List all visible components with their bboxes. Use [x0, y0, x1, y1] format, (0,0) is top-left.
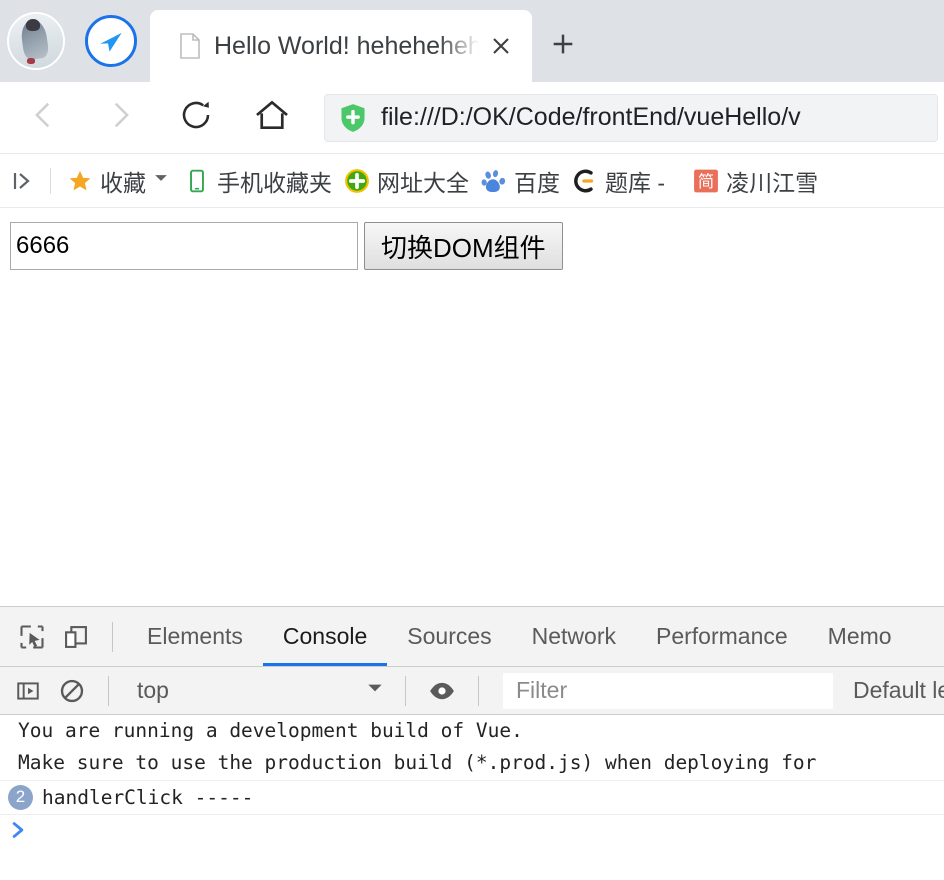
close-icon[interactable]: [482, 27, 520, 65]
bookmark-label: 题库 -: [605, 164, 665, 198]
svg-text:简: 简: [698, 172, 714, 191]
tab-network[interactable]: Network: [512, 607, 636, 666]
browser-tab[interactable]: Hello World! heheheheh: [150, 10, 532, 82]
bookmark-item-favorites[interactable]: 收藏: [61, 162, 178, 200]
bookmark-item-hao123[interactable]: 网址大全: [338, 162, 475, 200]
console-log-row[interactable]: 2 handlerClick -----: [0, 780, 944, 815]
tab-console[interactable]: Console: [263, 607, 387, 666]
phone-icon: [184, 168, 210, 194]
profile-avatar-button[interactable]: [0, 0, 72, 82]
address-bar[interactable]: file:///D:/OK/Code/frontEnd/vueHello/v: [324, 94, 938, 142]
devtools-panel: Elements Console Sources Network Perform…: [0, 606, 944, 858]
tab-memory[interactable]: Memo: [808, 607, 912, 666]
bookmark-label: 凌川江雪: [726, 164, 818, 198]
avatar: [7, 12, 65, 70]
paper-plane-icon: [85, 15, 137, 67]
avatar-hair: [26, 19, 40, 31]
hao123-icon: [344, 168, 370, 194]
bookmark-label: 百度: [514, 164, 560, 198]
console-sidebar-icon[interactable]: [6, 669, 50, 713]
device-toolbar-icon[interactable]: [54, 615, 98, 659]
reload-button[interactable]: [158, 88, 234, 148]
console-output[interactable]: You are running a development build of V…: [0, 715, 944, 858]
bookmark-label: 手机收藏夹: [217, 164, 332, 198]
execution-context-label: top: [137, 677, 367, 704]
devtools-tab-bar: Elements Console Sources Network Perform…: [0, 607, 944, 667]
devtools-divider: [112, 622, 113, 652]
jianshu-icon: 简: [693, 168, 719, 194]
forward-button[interactable]: [82, 88, 158, 148]
chevron-down-icon[interactable]: [154, 171, 168, 190]
switch-dom-component-button[interactable]: 切换DOM组件: [364, 222, 563, 270]
prompt-chevron-icon: [10, 821, 26, 844]
new-tab-button[interactable]: [532, 10, 594, 82]
console-toolbar: top Default le: [0, 667, 944, 715]
console-message: Make sure to use the production build (*…: [0, 747, 944, 779]
clear-console-icon[interactable]: [50, 669, 94, 713]
browser-tab-strip: Hello World! heheheheh: [0, 0, 944, 82]
bookmark-item-baidu[interactable]: 百度: [475, 162, 566, 200]
document-icon: [178, 33, 202, 59]
bookmark-item-csdn[interactable]: 题库 -: [566, 162, 671, 200]
home-button[interactable]: [234, 88, 310, 148]
text-input[interactable]: [10, 222, 358, 270]
reload-icon: [178, 97, 214, 138]
bookmarks-divider: [50, 168, 51, 194]
page-viewport: 切换DOM组件: [0, 208, 944, 606]
console-prompt[interactable]: [0, 815, 944, 844]
chevron-down-icon: [367, 680, 383, 701]
browser-toolbar: file:///D:/OK/Code/frontEnd/vueHello/v: [0, 82, 944, 154]
filter-input-wrapper[interactable]: [503, 673, 833, 709]
bookmarks-bar: 收藏 手机收藏夹 网址大全: [0, 154, 944, 208]
console-toolbar-divider-3: [478, 676, 479, 706]
live-expression-eye-icon[interactable]: [420, 669, 464, 713]
log-level-selector[interactable]: Default le: [853, 677, 944, 704]
bookmark-panel-toggle-icon[interactable]: [6, 169, 40, 193]
baidu-paw-icon: [481, 168, 507, 194]
chevron-right-icon: [103, 98, 137, 137]
browser-brand-button[interactable]: [72, 0, 150, 82]
shield-plus-icon[interactable]: [339, 103, 367, 133]
bookmark-item-mobile-favorites[interactable]: 手机收藏夹: [178, 162, 338, 200]
bookmark-item-jianshu[interactable]: 简 凌川江雪: [687, 162, 824, 200]
status-badge: 2: [8, 785, 33, 810]
execution-context-selector[interactable]: top: [123, 671, 391, 711]
tab-sources[interactable]: Sources: [387, 607, 511, 666]
home-icon: [253, 96, 291, 139]
browser-tab-title: Hello World! heheheheh: [214, 32, 482, 61]
star-icon: [67, 168, 93, 194]
filter-input[interactable]: [514, 676, 822, 705]
tab-elements[interactable]: Elements: [127, 607, 263, 666]
inspect-cursor-icon[interactable]: [10, 615, 54, 659]
address-bar-url: file:///D:/OK/Code/frontEnd/vueHello/v: [381, 103, 801, 132]
avatar-accent: [27, 58, 36, 63]
console-toolbar-divider: [108, 676, 109, 706]
dom-switch-form: 切换DOM组件: [10, 222, 944, 270]
bookmark-label: 网址大全: [377, 164, 469, 198]
console-toolbar-divider-2: [405, 676, 406, 706]
tab-performance[interactable]: Performance: [636, 607, 808, 666]
chevron-left-icon: [27, 98, 61, 137]
csdn-icon: [572, 168, 598, 194]
back-button[interactable]: [6, 88, 82, 148]
bookmark-label: 收藏: [100, 164, 146, 198]
plus-icon: [549, 30, 577, 63]
console-message: You are running a development build of V…: [0, 715, 944, 747]
console-log-text: handlerClick -----: [42, 786, 253, 809]
